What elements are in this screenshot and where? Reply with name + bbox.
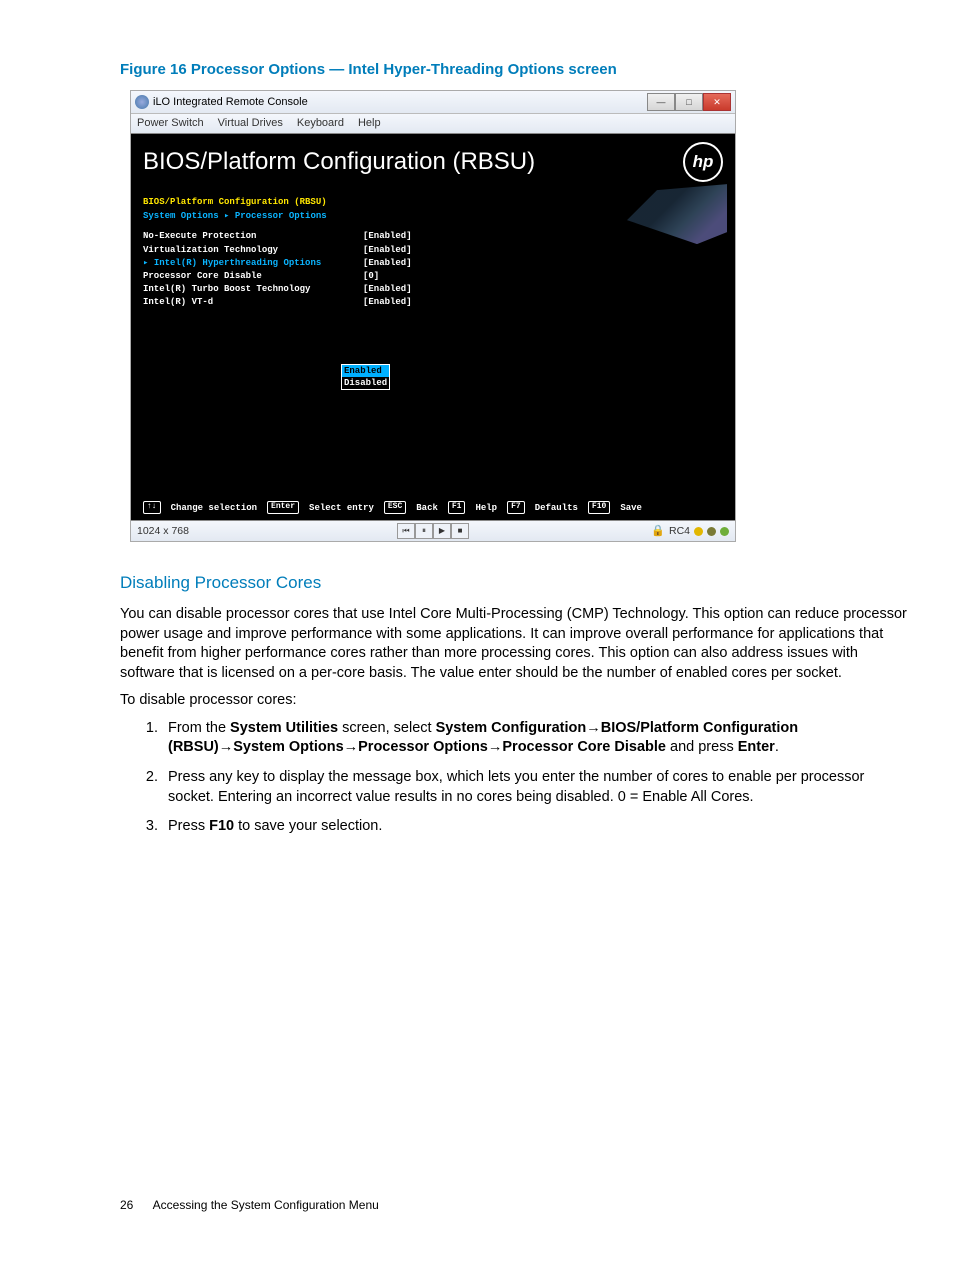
- step1-text-4: .: [775, 739, 779, 755]
- maximize-button[interactable]: □: [675, 93, 703, 111]
- opt-vt-d[interactable]: Intel(R) VT-d: [143, 296, 363, 308]
- statusbar: 1024 x 768 ⏮ ⏸ ▶ ■ 🔒 RC4: [131, 520, 735, 541]
- step1-text: From the: [168, 720, 230, 736]
- section-para-1: You can disable processor cores that use…: [120, 605, 914, 683]
- opt-turbo-boost[interactable]: Intel(R) Turbo Boost Technology: [143, 283, 363, 295]
- step3-text-1: Press: [168, 818, 209, 834]
- screenshot: iLO Integrated Remote Console — □ ✕ Powe…: [130, 90, 736, 542]
- opt-core-disable-val: [0]: [363, 270, 723, 282]
- opt-virtualization[interactable]: Virtualization Technology: [143, 244, 363, 256]
- step1-bold-6: Processor Core Disable: [502, 739, 666, 755]
- dropdown-option-enabled[interactable]: Enabled: [342, 365, 389, 377]
- window-title: iLO Integrated Remote Console: [153, 95, 647, 110]
- status-btn-play[interactable]: ▶: [433, 523, 451, 539]
- key-f1-label: Help: [475, 502, 497, 514]
- bios-screen: BIOS/Platform Configuration (RBSU) hp BI…: [131, 134, 735, 520]
- step1-text-3: and press: [666, 739, 738, 755]
- status-led-1: [694, 527, 703, 536]
- status-playback-controls: ⏮ ⏸ ▶ ■: [397, 523, 469, 539]
- section-heading: Disabling Processor Cores: [120, 572, 914, 595]
- status-btn-stop[interactable]: ■: [451, 523, 469, 539]
- step1-bold-2: System Configuration: [436, 720, 587, 736]
- dropdown-option-disabled[interactable]: Disabled: [342, 377, 389, 389]
- opt-no-execute[interactable]: No-Execute Protection: [143, 230, 363, 242]
- menu-virtual-drives[interactable]: Virtual Drives: [218, 116, 283, 131]
- figure-caption: Figure 16 Processor Options — Intel Hype…: [120, 60, 914, 80]
- app-icon: [135, 95, 149, 109]
- key-f7-label: Defaults: [535, 502, 578, 514]
- arrow-3: →: [344, 739, 359, 755]
- step1-bold-4: System Options: [233, 739, 343, 755]
- menubar: Power Switch Virtual Drives Keyboard Hel…: [131, 114, 735, 134]
- bios-keybar: ↑↓ Change selection Enter Select entry E…: [143, 501, 642, 514]
- opt-turbo-boost-val: [Enabled]: [363, 283, 723, 295]
- step1-text-2: screen, select: [338, 720, 436, 736]
- opt-hyperthreading[interactable]: Intel(R) Hyperthreading Options: [143, 257, 363, 269]
- bios-breadcrumb-1: BIOS/Platform Configuration (RBSU): [143, 196, 723, 208]
- key-arrows: ↑↓: [143, 501, 161, 514]
- step-3: Press F10 to save your selection.: [162, 817, 914, 837]
- lock-icon: 🔒: [651, 524, 665, 539]
- step1-bold-7: Enter: [738, 739, 775, 755]
- menu-power-switch[interactable]: Power Switch: [137, 116, 204, 131]
- status-btn-pause[interactable]: ⏸: [415, 523, 433, 539]
- arrow-4: →: [488, 739, 503, 755]
- menu-keyboard[interactable]: Keyboard: [297, 116, 344, 131]
- menu-help[interactable]: Help: [358, 116, 381, 131]
- status-resolution: 1024 x 768: [137, 524, 189, 538]
- minimize-button[interactable]: —: [647, 93, 675, 111]
- key-f7: F7: [507, 501, 525, 514]
- step3-text-2: to save your selection.: [234, 818, 382, 834]
- opt-hyperthreading-val: [Enabled]: [363, 257, 723, 269]
- footer-title: Accessing the System Configuration Menu: [153, 1198, 379, 1212]
- status-encryption: RC4: [669, 524, 690, 538]
- step-2: Press any key to display the message box…: [162, 768, 914, 807]
- key-arrows-label: Change selection: [171, 502, 257, 514]
- status-btn-rewind[interactable]: ⏮: [397, 523, 415, 539]
- bios-title: BIOS/Platform Configuration (RBSU): [143, 146, 535, 178]
- section-para-2: To disable processor cores:: [120, 691, 914, 711]
- step-1: From the System Utilities screen, select…: [162, 719, 914, 758]
- opt-core-disable[interactable]: Processor Core Disable: [143, 270, 363, 282]
- page-number: 26: [120, 1197, 150, 1213]
- key-enter: Enter: [267, 501, 299, 514]
- hyperthreading-dropdown[interactable]: Enabled Disabled: [341, 364, 390, 390]
- close-button[interactable]: ✕: [703, 93, 731, 111]
- opt-vt-d-val: [Enabled]: [363, 296, 723, 308]
- arrow-2: →: [219, 739, 234, 755]
- key-f10: F10: [588, 501, 610, 514]
- key-esc: ESC: [384, 501, 406, 514]
- opt-virtualization-val: [Enabled]: [363, 244, 723, 256]
- page-footer: 26 Accessing the System Configuration Me…: [120, 1197, 914, 1213]
- status-led-2: [707, 527, 716, 536]
- step1-bold-1: System Utilities: [230, 720, 338, 736]
- key-f1: F1: [448, 501, 466, 514]
- window-titlebar: iLO Integrated Remote Console — □ ✕: [131, 91, 735, 114]
- arrow-1: →: [586, 720, 601, 736]
- bios-options-list: No-Execute Protection [Enabled] Virtuali…: [143, 230, 723, 308]
- key-esc-label: Back: [416, 502, 438, 514]
- hp-logo-icon: hp: [683, 142, 723, 182]
- steps-list: From the System Utilities screen, select…: [120, 719, 914, 837]
- step1-bold-5: Processor Options: [358, 739, 488, 755]
- status-led-3: [720, 527, 729, 536]
- step3-bold-1: F10: [209, 818, 234, 834]
- key-enter-label: Select entry: [309, 502, 374, 514]
- key-f10-label: Save: [620, 502, 642, 514]
